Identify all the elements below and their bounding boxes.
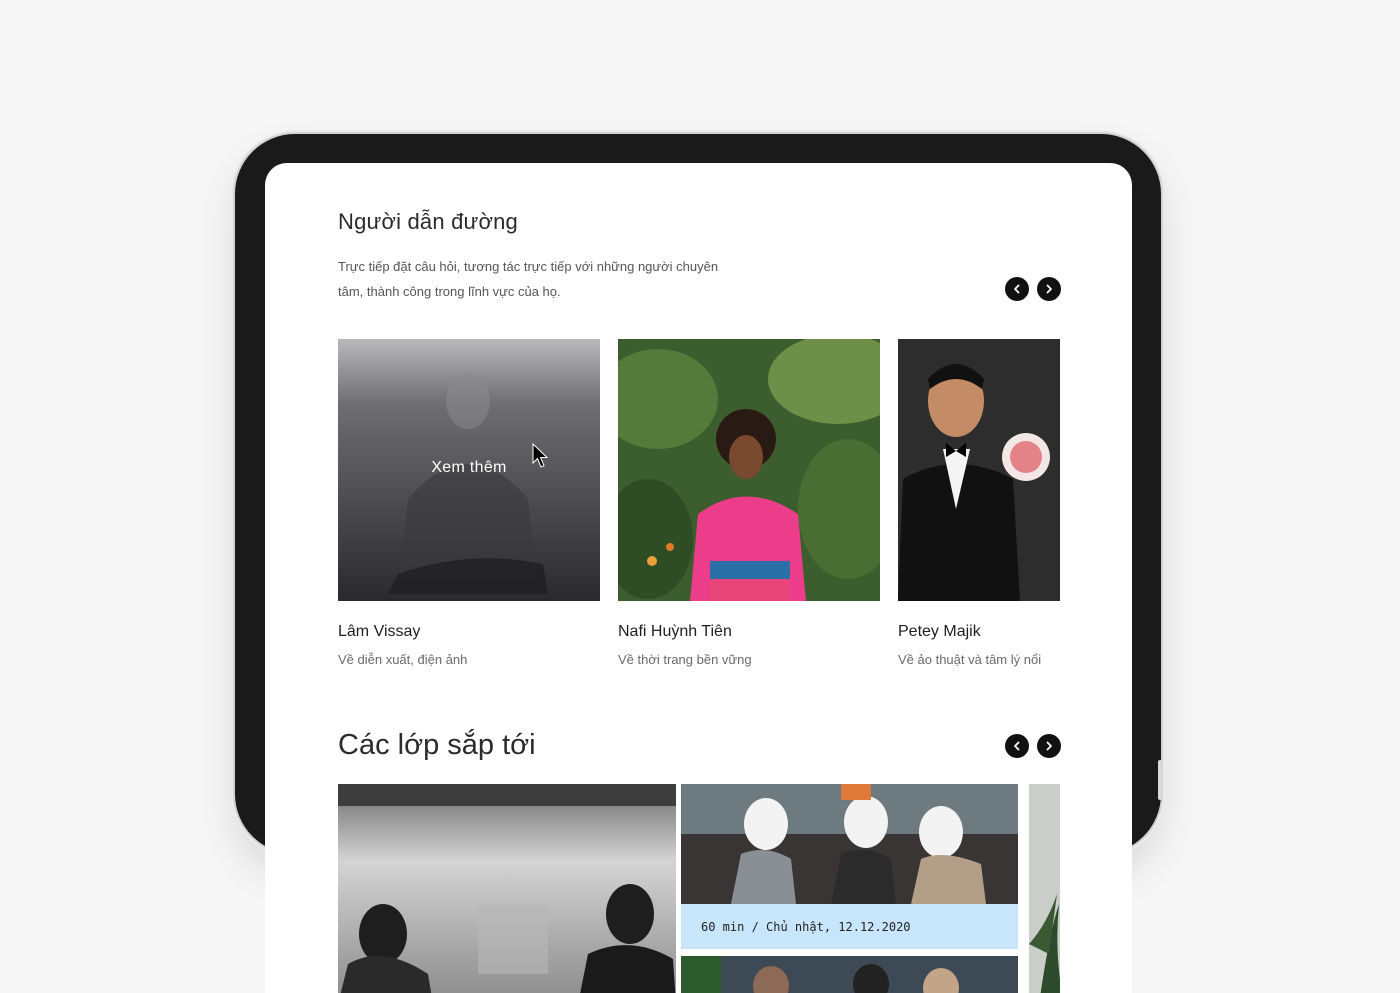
mentor-topic: Về ảo thuật và tâm lý nổi [898, 652, 1042, 667]
mentor-name[interactable]: Lâm Vissay [338, 623, 420, 641]
mentors-next-button[interactable] [1037, 277, 1061, 301]
classes-title: Các lớp sắp tới [338, 729, 536, 761]
mentors-carousel: Xem thêm Lâm Vissay Về diễn xuất, điện ả… [338, 339, 1060, 679]
tablet-side-button [1158, 760, 1162, 800]
mentors-title: Người dẫn đường [338, 209, 518, 234]
mentor-card[interactable]: Nafi Huỳnh Tiên Về thời trang bền vững [618, 339, 880, 667]
mentor-photo[interactable] [898, 339, 1060, 601]
page-content: Người dẫn đường Trực tiếp đặt câu hỏi, t… [338, 163, 1061, 993]
class-ghosts-image [681, 784, 1018, 904]
mentors-description: Trực tiếp đặt câu hỏi, tương tác trực ti… [338, 259, 719, 299]
class-schedule-label: 60 min / Chủ nhật, 12.12.2020 [681, 904, 1018, 949]
mentor-portrait-image [898, 339, 1060, 601]
classes-prev-button[interactable] [1005, 734, 1029, 758]
chevron-right-icon [1046, 741, 1052, 751]
classes-next-button[interactable] [1037, 734, 1061, 758]
mouse-cursor-icon [532, 443, 549, 468]
mentor-name[interactable]: Petey Majik [898, 623, 981, 641]
view-more-label[interactable]: Xem thêm [338, 459, 600, 477]
mentor-photo[interactable] [618, 339, 880, 601]
mentor-card[interactable]: Petey Majik Về ảo thuật và tâm lý nổi [898, 339, 1060, 667]
class-card-image[interactable] [338, 784, 676, 993]
class-card-image[interactable] [681, 784, 1018, 904]
mentor-topic: Về thời trang bền vững [618, 652, 752, 667]
chevron-left-icon [1014, 741, 1020, 751]
mentor-name[interactable]: Nafi Huỳnh Tiên [618, 623, 732, 641]
class-card-image[interactable] [1029, 784, 1060, 993]
mentors-prev-button[interactable] [1005, 277, 1029, 301]
mentor-card[interactable]: Xem thêm Lâm Vissay Về diễn xuất, điện ả… [338, 339, 600, 667]
chevron-left-icon [1014, 284, 1020, 294]
mentor-photo[interactable]: Xem thêm [338, 339, 600, 601]
classes-carousel: 60 min / Chủ nhật, 12.12.2020 [338, 784, 1060, 993]
class-schedule-text: 60 min / Chủ nhật, 12.12.2020 [701, 919, 911, 934]
class-bar-scene-image [338, 784, 676, 993]
classes-carousel-nav [1005, 734, 1061, 758]
class-card-image[interactable] [681, 956, 1018, 993]
mentors-carousel-nav [1005, 277, 1061, 301]
chevron-right-icon [1046, 284, 1052, 294]
class-plant-image [1029, 784, 1060, 993]
mentor-portrait-image [618, 339, 880, 601]
class-group-image [681, 956, 1018, 993]
mentor-topic: Về diễn xuất, điện ảnh [338, 652, 468, 667]
tablet-screen: Người dẫn đường Trực tiếp đặt câu hỏi, t… [265, 163, 1132, 993]
